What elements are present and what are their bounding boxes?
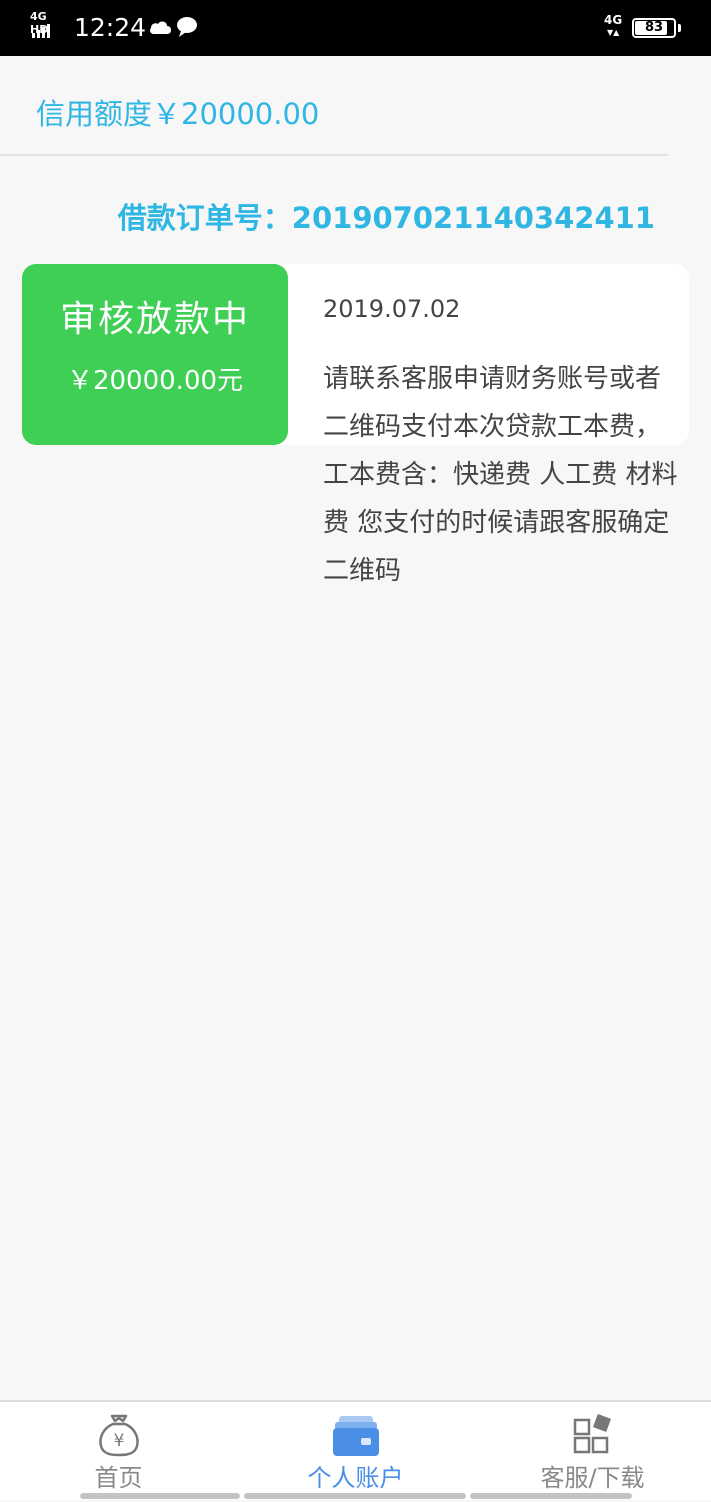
nav-indicator-center [244, 1493, 466, 1499]
tab-personal-account-label: 个人账户 [307, 1464, 404, 1492]
battery-icon: 83 [632, 18, 676, 38]
order-number: 借款订单号：201907021140342411 [117, 201, 655, 235]
tab-home-label: 首页 [94, 1464, 143, 1492]
cloud-icon [150, 21, 171, 34]
battery-tip [678, 24, 681, 32]
payment-notice: 请联系客服申请财务账号或者二维码支付本次贷款工本费，工本费含：快递费 人工费 材… [323, 364, 678, 586]
mobile-data-label: 4G [604, 13, 623, 27]
credit-limit: 信用额度￥20000.00 [36, 97, 320, 131]
status-bar: 4G HD 12:24 4G ▼▲ 83 [0, 0, 711, 56]
tab-personal-account[interactable]: 个人账户 [237, 1402, 474, 1502]
nav-indicator-left [80, 1493, 240, 1499]
tab-service-download[interactable]: 客服/下载 [474, 1402, 711, 1502]
nav-indicator-right [470, 1493, 632, 1499]
chat-icon [177, 17, 197, 37]
divider [0, 154, 668, 156]
money-bag-icon: ¥ [98, 1414, 139, 1457]
loan-status-panel: 审核放款中 ￥20000.00元 [22, 264, 288, 445]
apps-grid-icon [573, 1414, 611, 1454]
clock: 12:24 [74, 13, 147, 42]
loan-date: 2019.07.02 [323, 295, 461, 323]
loan-status-title: 审核放款中 [59, 299, 250, 340]
battery-level: 83 [644, 20, 664, 35]
svg-text:¥: ¥ [113, 1431, 124, 1451]
tab-home[interactable]: ¥ 首页 [0, 1402, 237, 1502]
loan-amount: ￥20000.00元 [66, 366, 244, 396]
wallet-icon [332, 1416, 379, 1456]
tab-service-download-label: 客服/下载 [540, 1464, 645, 1492]
data-activity-icon: ▼▲ [607, 28, 620, 37]
signal-icon: 4G HD [30, 10, 64, 40]
bottom-tab-bar: ¥ 首页 个人账户 客服/下载 [0, 1400, 711, 1500]
